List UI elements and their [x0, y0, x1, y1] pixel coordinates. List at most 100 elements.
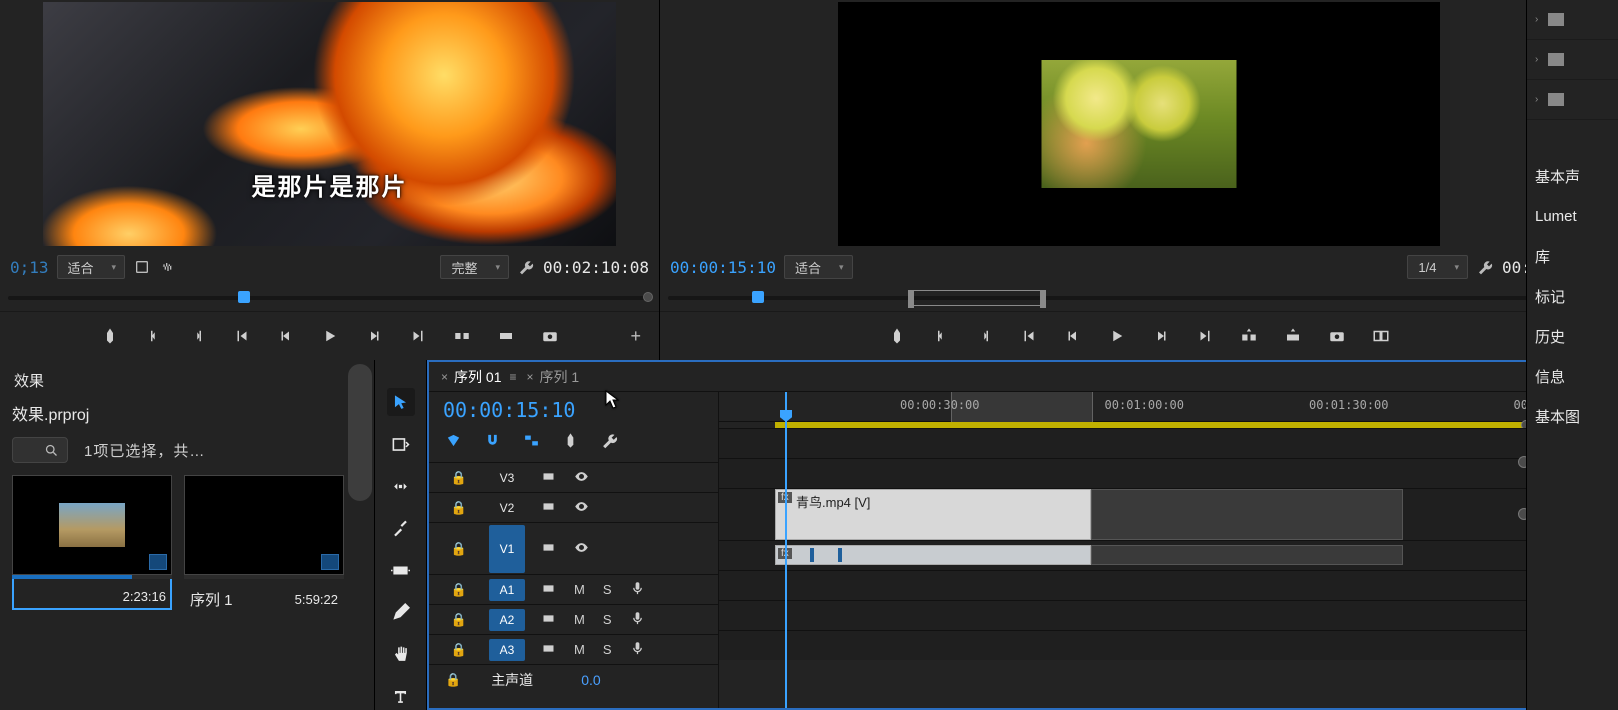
track-name[interactable]: V3	[489, 467, 525, 489]
extract-button[interactable]	[1282, 325, 1304, 347]
track-select-tool[interactable]	[387, 430, 415, 458]
track-name[interactable]: A3	[489, 639, 525, 661]
sync-lock-icon[interactable]	[541, 581, 556, 599]
source-playhead-handle[interactable]	[238, 291, 250, 303]
source-settings-icon[interactable]	[133, 258, 151, 276]
program-wrench-icon[interactable]	[1476, 258, 1494, 276]
audio-clip[interactable]: fx	[775, 545, 1091, 565]
program-scrubber[interactable]	[660, 286, 1618, 312]
bin-scrub-bar[interactable]	[12, 575, 172, 579]
source-waveform-icon[interactable]	[159, 258, 177, 276]
close-icon[interactable]: ×	[441, 370, 448, 384]
lock-icon[interactable]: 🔒	[451, 500, 467, 516]
sidebar-panel-history[interactable]: 历史	[1527, 316, 1618, 356]
sync-lock-icon[interactable]	[541, 540, 556, 558]
lock-icon[interactable]: 🔒	[451, 541, 467, 557]
close-icon[interactable]: ×	[527, 370, 534, 384]
type-tool[interactable]	[387, 682, 415, 710]
sync-lock-icon[interactable]	[541, 641, 556, 659]
sidebar-panel-essential-graphics[interactable]: 基本图	[1527, 396, 1618, 436]
step-forward-button[interactable]	[1150, 325, 1172, 347]
track-name[interactable]: V1	[489, 525, 525, 573]
keyframe-marker[interactable]	[838, 548, 842, 562]
add-marker-button[interactable]	[99, 325, 121, 347]
track-header-v2[interactable]: 🔒 V2	[429, 492, 718, 522]
pen-tool[interactable]	[387, 598, 415, 626]
export-frame-button[interactable]	[539, 325, 561, 347]
lock-icon[interactable]: 🔒	[451, 470, 467, 486]
eye-icon[interactable]	[574, 469, 589, 487]
go-to-in-button[interactable]	[231, 325, 253, 347]
mute-toggle[interactable]: M	[574, 642, 585, 657]
go-to-out-button[interactable]	[407, 325, 429, 347]
track-name[interactable]: A1	[489, 579, 525, 601]
sidebar-panel-info[interactable]: 信息	[1527, 356, 1618, 396]
track-header-v3[interactable]: 🔒 V3	[429, 462, 718, 492]
video-clip[interactable]: fx 青鸟.mp4 [V]	[775, 489, 1091, 540]
razor-tool[interactable]	[387, 514, 415, 542]
program-inout-range[interactable]	[908, 290, 1046, 306]
snap-toggle-icon[interactable]	[484, 432, 501, 452]
timeline-ruler[interactable]: 00:00:30:00 00:01:00:00 00:01:30:00 00	[719, 392, 1536, 422]
lock-icon[interactable]: 🔒	[451, 612, 467, 628]
source-wrench-icon[interactable]	[517, 258, 535, 276]
panel-tab-effects[interactable]: 效果	[14, 370, 44, 391]
mic-icon[interactable]	[630, 641, 645, 659]
overwrite-button[interactable]	[495, 325, 517, 347]
play-button[interactable]	[319, 325, 341, 347]
lane-v3[interactable]	[719, 428, 1536, 458]
keyframe-marker[interactable]	[810, 548, 814, 562]
program-playhead-timecode[interactable]: 00:00:15:10	[670, 258, 776, 277]
sidebar-panel-lumetri[interactable]: Lumet	[1527, 196, 1618, 236]
bin-scrub-bar[interactable]	[184, 575, 344, 579]
lock-icon[interactable]: 🔒	[451, 582, 467, 598]
slip-tool[interactable]	[387, 556, 415, 584]
program-viewer[interactable]	[660, 0, 1618, 248]
step-back-button[interactable]	[1062, 325, 1084, 347]
insert-button[interactable]	[451, 325, 473, 347]
program-quality-dropdown[interactable]: 1/4▾	[1407, 255, 1468, 279]
mark-in-button[interactable]	[930, 325, 952, 347]
solo-toggle[interactable]: S	[603, 642, 612, 657]
solo-toggle[interactable]: S	[603, 582, 612, 597]
lane-a1[interactable]: fx	[719, 540, 1536, 570]
sidebar-folder-item[interactable]: ›	[1527, 40, 1618, 80]
timeline-tab[interactable]: × 序列 01 ≡	[441, 367, 517, 387]
lock-icon[interactable]: 🔒	[451, 642, 467, 658]
sync-lock-icon[interactable]	[541, 469, 556, 487]
mark-out-button[interactable]	[974, 325, 996, 347]
solo-toggle[interactable]: S	[603, 612, 612, 627]
source-zoom-dropdown[interactable]: 适合▾	[57, 255, 126, 279]
sidebar-panel-essential-sound[interactable]: 基本声	[1527, 156, 1618, 196]
track-header-a3[interactable]: 🔒 A3 M S	[429, 634, 718, 664]
sidebar-panel-libraries[interactable]: 库	[1527, 236, 1618, 276]
source-scrubber[interactable]	[0, 286, 659, 312]
sync-lock-icon[interactable]	[541, 499, 556, 517]
mic-icon[interactable]	[630, 581, 645, 599]
track-header-v1[interactable]: 🔒 V1	[429, 522, 718, 574]
mark-in-button[interactable]	[143, 325, 165, 347]
timeline-tab[interactable]: × 序列 1	[527, 367, 580, 387]
go-to-out-button[interactable]	[1194, 325, 1216, 347]
eye-icon[interactable]	[574, 499, 589, 517]
mark-out-button[interactable]	[187, 325, 209, 347]
settings-wrench-icon[interactable]	[601, 432, 618, 452]
source-quality-dropdown[interactable]: 完整▾	[440, 255, 509, 279]
marker-toggle-icon[interactable]	[562, 432, 579, 452]
lock-icon[interactable]: 🔒	[445, 672, 461, 688]
source-duration-timecode[interactable]: 00:02:10:08	[543, 258, 649, 277]
program-zoom-dropdown[interactable]: 适合▾	[784, 255, 853, 279]
link-selection-icon[interactable]	[523, 432, 540, 452]
mix-value[interactable]: 0.0	[581, 672, 600, 688]
mix-track-header[interactable]: 🔒 主声道 0.0	[429, 664, 718, 694]
mic-icon[interactable]	[630, 611, 645, 629]
program-playhead-handle[interactable]	[752, 291, 764, 303]
timeline-content[interactable]: 00:00:30:00 00:01:00:00 00:01:30:00 00 f…	[719, 392, 1536, 708]
comparison-view-button[interactable]	[1370, 325, 1392, 347]
lane-a3[interactable]	[719, 600, 1536, 630]
track-header-a2[interactable]: 🔒 A2 M S	[429, 604, 718, 634]
track-name[interactable]: A2	[489, 609, 525, 631]
lane-v2[interactable]	[719, 458, 1536, 488]
step-forward-button[interactable]	[363, 325, 385, 347]
ripple-tool[interactable]	[387, 472, 415, 500]
